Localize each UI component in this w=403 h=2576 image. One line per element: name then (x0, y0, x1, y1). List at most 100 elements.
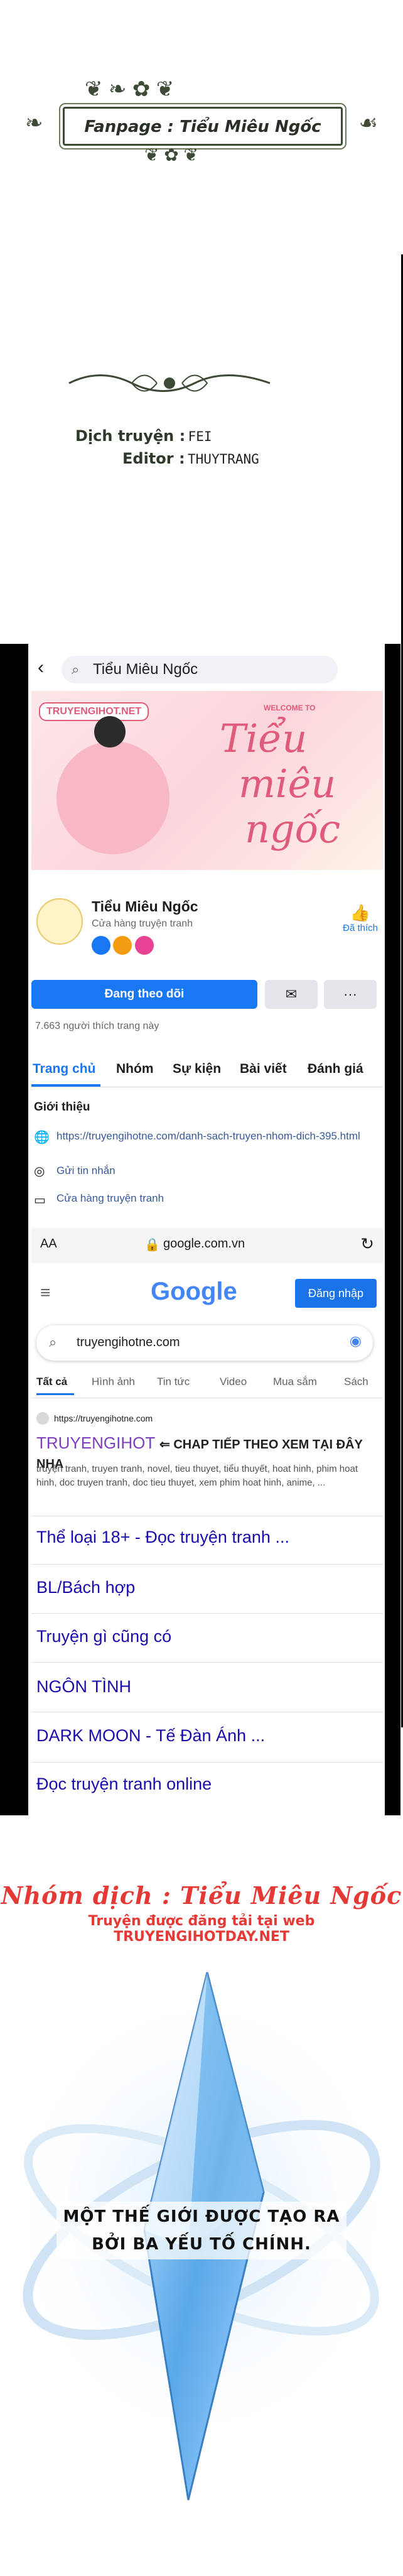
tab-reviews[interactable]: Đánh giá (308, 1062, 363, 1077)
cover-title: Tiểu miêu ngốc (220, 716, 340, 852)
intro-shop[interactable]: Cửa hàng truyện tranh (56, 1192, 164, 1205)
fb-search-text: Tiểu Miêu Ngốc (93, 661, 198, 678)
banner-text: Fanpage : Tiểu Miêu Ngốc (84, 117, 321, 136)
intro-message[interactable]: Gửi tin nhắn (56, 1165, 116, 1177)
translator-value: FEI (188, 429, 212, 444)
search-small-icon: ⌕ (49, 1334, 57, 1350)
page-name: Tiểu Miêu Ngốc (92, 898, 198, 915)
tab-active-indicator (31, 1084, 100, 1087)
ornament-bottom-icon: ❦ ✿ ❦ (144, 145, 198, 165)
font-size-button[interactable]: AA (40, 1237, 57, 1251)
gtab-indicator (36, 1393, 74, 1395)
cover-character-head (94, 716, 126, 747)
google-logo[interactable]: Google (151, 1278, 237, 1306)
messenger-icon: ✉ (285, 986, 298, 1002)
more-icon: ··· (343, 986, 357, 1002)
like-status[interactable]: 👍 Đã thích (343, 903, 378, 933)
fb-cover-image: TRUYENGIHOT.NET WELCOME TO Tiểu miêu ngố… (31, 691, 383, 870)
sitelink-1[interactable]: Thể loại 18+ - Đọc truyện tranh ... (36, 1528, 289, 1547)
menu-icon[interactable]: ≡ (40, 1283, 50, 1303)
badge-orange-icon (113, 936, 132, 955)
messenger-small-icon: ◎ (34, 1165, 45, 1178)
result-snippet: truyện tranh, truyen tranh, novel, tieu … (36, 1464, 358, 1488)
lock-icon: 🔒 (144, 1238, 160, 1252)
tab-groups[interactable]: Nhóm (116, 1062, 154, 1077)
crystal-icon (1, 1972, 402, 2501)
sitelink-6[interactable]: Đọc truyện tranh online (36, 1774, 212, 1794)
reload-icon[interactable]: ↻ (360, 1234, 374, 1254)
credit-editor: Editor : THUYTRANG (122, 450, 259, 467)
globe-icon: 🌐 (34, 1131, 50, 1144)
back-arrow-icon[interactable]: ‹ (38, 657, 44, 678)
browser-url-bar[interactable]: AA 🔒 google.com.vn ↻ (31, 1228, 383, 1263)
editor-value: THUYTRANG (188, 452, 259, 467)
google-query: truyengihotne.com (77, 1335, 180, 1349)
cover-title-line2: miêu (239, 761, 336, 807)
divider (31, 1762, 383, 1763)
fb-profile-row: Tiểu Miêu Ngốc Cửa hàng truyện tranh 👍 Đ… (31, 879, 383, 980)
gtab-all[interactable]: Tất cả (36, 1376, 67, 1388)
speech-bubble: MỘT THẾ GIỚI ĐƯỢC TẠO RA BỞI BA YẾU TỐ C… (56, 2202, 347, 2259)
gtab-images[interactable]: Hình ảnh (92, 1376, 135, 1388)
thumbs-up-icon: 👍 (350, 903, 371, 922)
page-category: Cửa hàng truyện tranh (92, 918, 193, 929)
result-title-brand: TRUYENGIHOT (36, 1433, 155, 1452)
divider (31, 1564, 383, 1565)
fanpage-banner: ❦ ❧ ✿ ❦ ❧ ☙ Fanpage : Tiểu Miêu Ngốc ❦ ✿… (25, 77, 378, 165)
badge-blue-icon (92, 936, 110, 955)
group-subtitle: Truyện được đăng tải tại web TRUYENGIHOT… (88, 1913, 315, 1945)
flourish-icon (68, 374, 271, 392)
sitelink-2[interactable]: BL/Bách hợp (36, 1578, 135, 1597)
sitelink-5[interactable]: DARK MOON - Tế Đàn Ánh ... (36, 1726, 265, 1746)
cover-badge: TRUYENGIHOT.NET (39, 702, 149, 721)
group-title: Nhóm dịch : Tiểu Miêu Ngốc (1, 1881, 402, 1910)
lens-icon[interactable]: ◉ (350, 1333, 362, 1349)
quote-line2: BỞI BA YẾU TỐ CHÍNH. (92, 2235, 311, 2254)
browser-url: google.com.vn (163, 1237, 245, 1251)
page-avatar[interactable] (36, 898, 83, 945)
ornament-top-icon: ❦ ❧ ✿ ❦ (85, 77, 175, 101)
quote-line1: MỘT THẾ GIỚI ĐƯỢC TẠO RA (63, 2207, 340, 2226)
intro-link[interactable]: https://truyengihotne.com/danh-sach-truy… (56, 1129, 370, 1143)
speech-text: MỘT THẾ GIỚI ĐƯỢC TẠO RA BỞI BA YẾU TỐ C… (0, 2202, 403, 2259)
tab-events[interactable]: Sự kiện (173, 1062, 221, 1077)
page-badges (92, 936, 161, 957)
sitelink-3[interactable]: Truyện gì cũng có (36, 1627, 171, 1646)
gtab-news[interactable]: Tin tức (157, 1376, 190, 1388)
ornament-right-icon: ☙ (358, 111, 378, 135)
gtab-books[interactable]: Sách (344, 1376, 368, 1388)
fb-tabs: Trang chủ Nhóm Sự kiện Bài viết Đánh giá (31, 1055, 383, 1087)
google-search-box[interactable]: ⌕ truyengihotne.com ◉ (36, 1325, 373, 1361)
badge-pink-icon (134, 936, 154, 955)
messenger-button[interactable]: ✉ (265, 980, 318, 1009)
editor-label: Editor : (122, 450, 185, 467)
gtab-shopping[interactable]: Mua sắm (273, 1376, 317, 1388)
google-page: ≡ Google Đăng nhập ⌕ truyengihotne.com ◉… (31, 1269, 383, 1803)
tab-posts[interactable]: Bài viết (240, 1062, 287, 1077)
result-url[interactable]: https://truyengihotne.com (54, 1413, 153, 1423)
likes-count: 7.663 người thích trang này (35, 1021, 159, 1031)
divider (31, 1613, 383, 1614)
shop-icon: ▭ (34, 1193, 46, 1207)
like-label: Đã thích (343, 923, 378, 933)
group-credit: Nhóm dịch : Tiểu Miêu Ngốc Truyện được đ… (0, 1881, 403, 1945)
follow-button[interactable]: Đang theo dõi (31, 980, 257, 1009)
fb-search-input[interactable]: ⌕ Tiểu Miêu Ngốc (62, 656, 338, 683)
credits-ornament (63, 361, 276, 405)
cover-illustration (56, 741, 169, 854)
banner-frame: Fanpage : Tiểu Miêu Ngốc (63, 107, 343, 146)
search-icon: ⌕ (72, 661, 80, 677)
signin-button[interactable]: Đăng nhập (295, 1279, 377, 1308)
favicon-icon (36, 1412, 49, 1425)
more-button[interactable]: ··· (324, 980, 377, 1009)
cover-title-line1: Tiểu (220, 715, 308, 761)
google-tabs: Tất cả Hình ảnh Tin tức Video Mua sắm Sá… (31, 1376, 383, 1397)
gtab-video[interactable]: Video (220, 1376, 247, 1388)
translator-label: Dịch truyện : (75, 427, 186, 445)
fb-top-bar: ‹ ⌕ Tiểu Miêu Ngốc (31, 653, 383, 685)
crystal-illustration (0, 1966, 403, 2573)
credit-translator: Dịch truyện : FEI (75, 427, 212, 445)
ornament-left-icon: ❧ (25, 111, 43, 135)
tab-home[interactable]: Trang chủ (33, 1062, 95, 1077)
sitelink-4[interactable]: NGÔN TÌNH (36, 1677, 131, 1697)
